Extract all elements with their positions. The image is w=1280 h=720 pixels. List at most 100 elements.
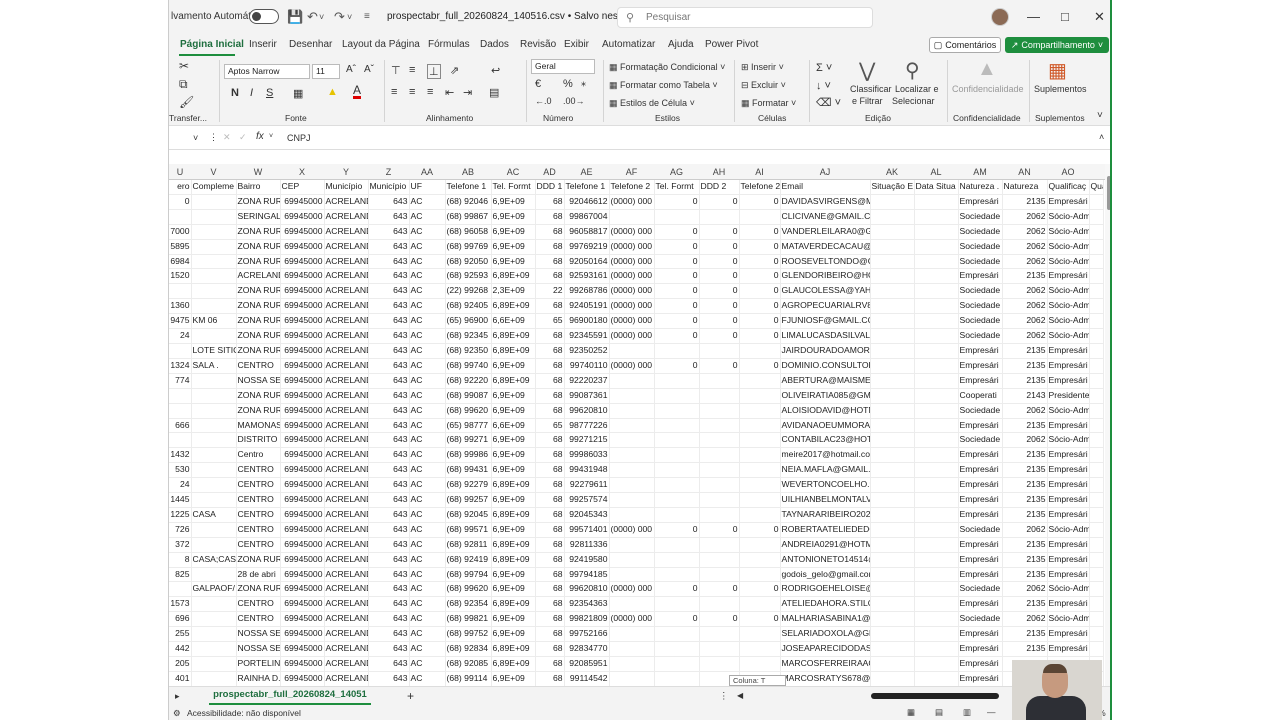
more-icon[interactable]: ⋮ bbox=[209, 132, 218, 143]
column-header[interactable]: AL bbox=[914, 167, 958, 177]
table-cell[interactable]: ZONA RUR bbox=[236, 224, 281, 240]
table-cell[interactable] bbox=[739, 388, 781, 404]
table-cell[interactable] bbox=[914, 194, 959, 210]
table-cell[interactable]: ZONA RUR bbox=[236, 194, 281, 210]
table-cell[interactable]: NEIA.MAFLA@GMAIL.COM bbox=[780, 462, 871, 479]
table-cell[interactable]: 68 bbox=[535, 671, 565, 686]
collapse-ribbon-icon[interactable]: ˅ bbox=[1097, 110, 1103, 121]
table-cell[interactable]: 6984 bbox=[169, 254, 192, 270]
table-cell[interactable]: 1520 bbox=[169, 268, 192, 285]
table-cell[interactable] bbox=[654, 656, 700, 672]
table-cell[interactable] bbox=[1089, 477, 1104, 494]
table-cell[interactable]: (65) 98777 bbox=[445, 418, 492, 434]
table-cell[interactable]: 69945000 bbox=[280, 403, 325, 419]
table-cell[interactable]: (0000) 000 bbox=[609, 581, 655, 598]
table-cell[interactable]: 0 bbox=[739, 224, 781, 240]
table-cell[interactable]: AC bbox=[409, 224, 446, 240]
addins-icon[interactable]: ▦ bbox=[1048, 58, 1067, 83]
table-cell[interactable]: 68 bbox=[535, 328, 565, 344]
table-cell[interactable]: Sociedade bbox=[958, 403, 1003, 419]
table-cell[interactable]: MATAVERDECACAU@GMAIL.COI bbox=[780, 239, 871, 255]
table-cell[interactable]: CENTRO bbox=[236, 596, 281, 613]
table-cell[interactable]: MAMONAS bbox=[236, 418, 281, 434]
table-cell[interactable] bbox=[870, 462, 915, 479]
table-cell[interactable]: 643 bbox=[368, 313, 410, 330]
table-cell[interactable] bbox=[169, 343, 192, 359]
table-cell[interactable]: 0 bbox=[169, 194, 192, 210]
table-cell[interactable]: 643 bbox=[368, 209, 410, 225]
table-cell[interactable] bbox=[609, 596, 655, 613]
table-cell[interactable]: ACRELAND bbox=[324, 641, 369, 657]
table-cell[interactable]: Sócio-Adm bbox=[1047, 239, 1090, 255]
table-cell[interactable] bbox=[739, 477, 781, 494]
table-cell[interactable] bbox=[1089, 239, 1104, 255]
table-cell[interactable]: ACRELAND bbox=[324, 522, 369, 538]
table-cell[interactable]: ANTONIONETO14514@GMAIL.C bbox=[780, 552, 871, 568]
table-cell[interactable]: AC bbox=[409, 492, 446, 508]
table-cell[interactable]: ZONA RUR bbox=[236, 403, 281, 419]
table-cell[interactable] bbox=[699, 507, 740, 523]
table-cell[interactable] bbox=[870, 432, 915, 449]
table-cell[interactable]: ACRELAND bbox=[324, 581, 369, 598]
table-cell[interactable]: (68) 99769 bbox=[445, 239, 492, 255]
table-cell[interactable] bbox=[191, 462, 237, 479]
table-cell[interactable]: 643 bbox=[368, 537, 410, 553]
table-cell[interactable]: 6,9E+09 bbox=[491, 492, 536, 508]
conditional-format-button[interactable]: ▦ Formatação Condicional ˅ bbox=[609, 62, 725, 73]
table-cell[interactable]: (68) 92345 bbox=[445, 328, 492, 344]
table-cell[interactable]: 2135 bbox=[1002, 567, 1048, 583]
table-cell[interactable]: 2062 bbox=[1002, 581, 1048, 598]
table-cell[interactable]: AC bbox=[409, 254, 446, 270]
table-cell[interactable]: 69945000 bbox=[280, 641, 325, 657]
table-cell[interactable]: Empresári bbox=[1047, 194, 1090, 210]
table-cell[interactable]: AC bbox=[409, 432, 446, 449]
table-cell[interactable]: ACRELAND bbox=[324, 507, 369, 523]
tab-layout[interactable]: Layout da Página bbox=[342, 39, 420, 50]
table-cell[interactable]: 68 bbox=[535, 552, 565, 568]
table-cell[interactable]: ACRELAND bbox=[324, 298, 369, 315]
delete-cells-button[interactable]: ⊟ Excluir ˅ bbox=[741, 80, 786, 91]
table-cell[interactable]: GLENDORIBEIRO@HOTMAIL.CO bbox=[780, 268, 871, 285]
table-cell[interactable]: Cooperati bbox=[958, 388, 1003, 404]
header-cell[interactable]: Município bbox=[324, 180, 369, 195]
table-cell[interactable]: 0 bbox=[739, 283, 781, 300]
table-cell[interactable]: ZONA RUR bbox=[236, 254, 281, 270]
table-cell[interactable]: 92419580 bbox=[564, 552, 610, 568]
table-cell[interactable]: 2135 bbox=[1002, 552, 1048, 568]
table-cell[interactable]: CENTRO bbox=[236, 477, 281, 494]
table-cell[interactable]: 99087361 bbox=[564, 388, 610, 404]
table-cell[interactable] bbox=[609, 418, 655, 434]
table-cell[interactable]: 0 bbox=[654, 611, 700, 628]
table-cell[interactable]: 643 bbox=[368, 328, 410, 344]
table-cell[interactable]: 0 bbox=[699, 268, 740, 285]
table-cell[interactable]: (0000) 000 bbox=[609, 283, 655, 300]
table-cell[interactable] bbox=[191, 239, 237, 255]
table-cell[interactable]: (68) 92050 bbox=[445, 254, 492, 270]
table-cell[interactable]: ACRELAND bbox=[324, 626, 369, 643]
save-icon[interactable]: 💾 bbox=[287, 9, 303, 25]
table-cell[interactable] bbox=[739, 343, 781, 359]
table-cell[interactable]: Empresári bbox=[1047, 418, 1090, 434]
table-cell[interactable]: 0 bbox=[654, 239, 700, 255]
table-cell[interactable] bbox=[739, 537, 781, 553]
table-cell[interactable]: (0000) 000 bbox=[609, 328, 655, 344]
table-cell[interactable] bbox=[870, 268, 915, 285]
table-cell[interactable]: NOSSA SE bbox=[236, 373, 281, 389]
table-cell[interactable]: Empresári bbox=[958, 552, 1003, 568]
format-painter-icon[interactable]: 🖌 bbox=[179, 95, 194, 109]
header-cell[interactable]: Qualificaç bbox=[1047, 180, 1090, 195]
table-cell[interactable]: 401 bbox=[169, 671, 192, 686]
table-cell[interactable]: 6,89E+09 bbox=[491, 596, 536, 613]
table-cell[interactable]: (68) 99821 bbox=[445, 611, 492, 628]
table-cell[interactable]: ACRELAND bbox=[324, 373, 369, 389]
table-cell[interactable]: ACRELAND bbox=[324, 671, 369, 686]
column-header[interactable]: AG bbox=[654, 167, 699, 177]
table-cell[interactable]: 69945000 bbox=[280, 224, 325, 240]
column-header[interactable]: AD bbox=[535, 167, 564, 177]
header-cell[interactable]: Tel. Formt bbox=[654, 180, 700, 195]
table-cell[interactable]: 69945000 bbox=[280, 388, 325, 404]
table-cell[interactable]: ACRELAND bbox=[324, 596, 369, 613]
more-sheets-icon[interactable]: ⋮ bbox=[719, 691, 729, 702]
table-cell[interactable] bbox=[914, 432, 959, 449]
table-cell[interactable]: Sócio-Adm bbox=[1047, 611, 1090, 628]
